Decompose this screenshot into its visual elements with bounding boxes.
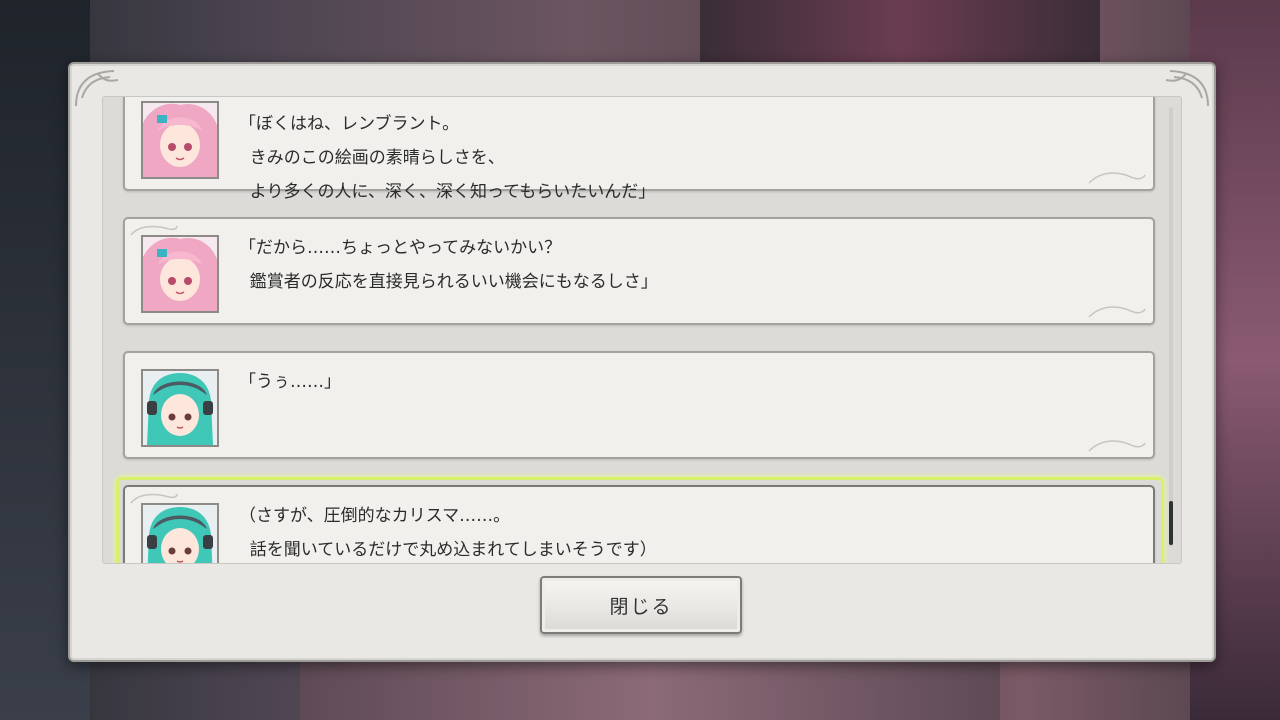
dialogue-text: （さすが、圧倒的なカリスマ……。 話を聞いているだけで丸め込まれてしまいそうです… bbox=[239, 506, 657, 560]
scrollbar-thumb[interactable] bbox=[1169, 501, 1173, 545]
pink-hair-character-avatar bbox=[141, 101, 219, 179]
log-entry: 「うぅ……」 bbox=[123, 351, 1155, 459]
log-entry: 「ぼくはね、レンブラント。 きみのこの絵画の素晴らしさを、 より多くの人に、深く… bbox=[123, 97, 1155, 202]
log-entry-current: （さすが、圧倒的なカリスマ……。 話を聞いているだけで丸め込まれてしまいそうです… bbox=[123, 485, 1155, 563]
flourish-ornament-icon bbox=[1088, 306, 1146, 318]
log-entry: 「だから……ちょっとやってみないかい？ 鑑賞者の反応を直接見られるいい機会にもな… bbox=[123, 217, 1155, 325]
dialogue-text: 「ぼくはね、レンブラント。 きみのこの絵画の素晴らしさを、 より多くの人に、深く… bbox=[239, 114, 656, 202]
flourish-ornament-icon bbox=[1088, 172, 1146, 184]
teal-hair-character-avatar bbox=[141, 369, 219, 447]
pink-hair-character-avatar bbox=[141, 235, 219, 313]
flourish-ornament-icon bbox=[1088, 440, 1146, 452]
message-log-list[interactable]: 「ぼくはね、レンブラント。 きみのこの絵画の素晴らしさを、 より多くの人に、深く… bbox=[102, 96, 1182, 564]
dialogue-text: 「だから……ちょっとやってみないかい？ 鑑賞者の反応を直接見られるいい機会にもな… bbox=[239, 238, 658, 292]
close-button[interactable]: 閉じる bbox=[540, 576, 742, 634]
dialogue-text: 「うぅ……」 bbox=[239, 372, 341, 392]
scrollbar-track[interactable] bbox=[1169, 107, 1173, 547]
backlog-window: 「ぼくはね、レンブラント。 きみのこの絵画の素晴らしさを、 より多くの人に、深く… bbox=[68, 62, 1216, 662]
teal-hair-character-avatar bbox=[141, 503, 219, 563]
